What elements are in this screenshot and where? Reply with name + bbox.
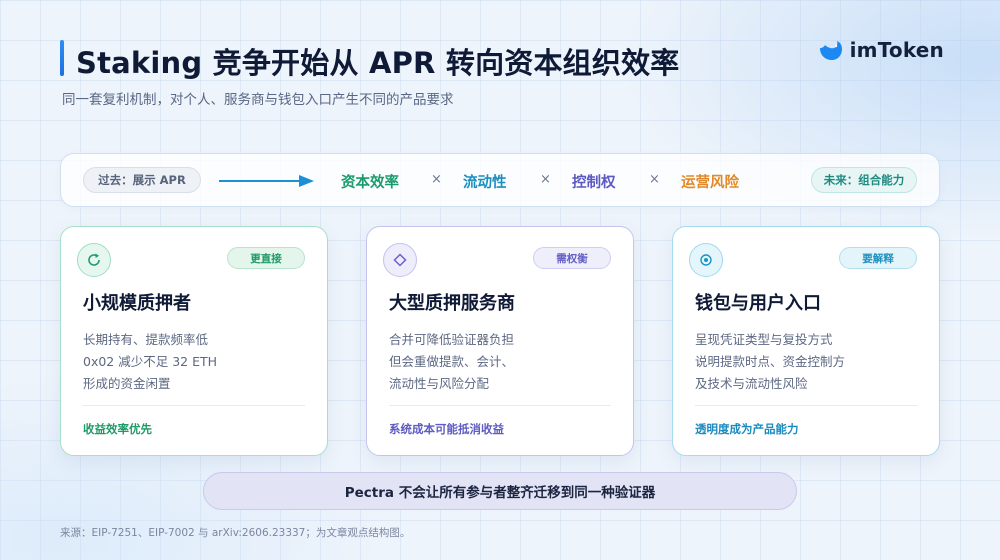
card-large-providers: 需权衡 大型质押服务商 合并可降低验证器负担 但会重做提款、会计、 流动性与风险… [366,226,634,456]
conclusion-banner: Pectra 不会让所有参与者整齐迁移到同一种验证器 [203,472,797,510]
card-wallet-entry: 要解释 钱包与用户入口 呈现凭证类型与复投方式 说明提款时点、资金控制方 及技术… [672,226,940,456]
page-title: Staking 竞争开始从 APR 转向资本组织效率 [76,46,680,80]
card-badge: 需权衡 [533,247,611,269]
card-description: 呈现凭证类型与复投方式 说明提款时点、资金控制方 及技术与流动性风险 [695,329,845,395]
page-subtitle: 同一套复利机制，对个人、服务商与钱包入口产生不同的产品要求 [62,92,454,108]
card-badge: 要解释 [839,247,917,269]
refresh-icon [77,243,111,277]
card-description: 合并可降低验证器负担 但会重做提款、会计、 流动性与风险分配 [389,329,514,395]
card-description: 长期持有、提款频率低 0x02 减少不足 32 ETH 形成的资金闲置 [83,329,217,395]
card-line: 0x02 减少不足 32 ETH [83,354,218,369]
card-line: 呈现凭证类型与复投方式 [695,332,833,347]
flow-arrow-icon [219,175,314,187]
keyword-operational-risk: 运营风险 [681,175,739,191]
card-divider [83,405,305,406]
card-line: 长期持有、提款频率低 [83,332,209,347]
card-title: 大型质押服务商 [389,293,515,314]
card-divider [389,405,611,406]
card-footer: 收益效率优先 [83,422,152,436]
card-line: 流动性与风险分配 [389,376,490,391]
card-line: 合并可降低验证器负担 [389,332,515,347]
title-accent-bar [60,40,64,76]
card-footer: 系统成本可能抵消收益 [389,422,504,436]
imtoken-logo-icon [819,41,842,60]
past-pill: 过去：展示 APR [83,167,201,193]
keyword-liquidity: 流动性 [463,175,507,191]
refresh-icon-glyph [88,253,100,266]
target-icon-glyph [700,254,712,266]
card-badge: 更直接 [227,247,305,269]
diamond-icon [383,243,417,277]
card-line: 及技术与流动性风险 [695,376,808,391]
flow-strip: 过去：展示 APR 资本效率 × 流动性 × 控制权 × 运营风险 未来：组合能… [60,153,940,207]
keyword-control: 控制权 [572,175,616,191]
keyword-capital-efficiency: 资本效率 [341,175,399,191]
card-line: 但会重做提款、会计、 [389,354,515,369]
card-small-stakers: 更直接 小规模质押者 长期持有、提款频率低 0x02 减少不足 32 ETH 形… [60,226,328,456]
card-title: 小规模质押者 [83,293,191,314]
imtoken-logo: imToken [818,38,944,62]
times-separator: × [431,172,442,187]
card-line: 形成的资金闲置 [83,376,171,391]
card-footer: 透明度成为产品能力 [695,422,799,436]
card-title: 钱包与用户入口 [695,293,821,314]
times-separator: × [540,172,551,187]
target-icon [689,243,723,277]
times-separator: × [649,172,660,187]
diamond-icon-glyph [393,253,407,267]
card-line: 说明提款时点、资金控制方 [695,354,846,369]
source-note: 来源：EIP-7251、EIP-7002 与 arXiv:2606.23337；… [60,527,411,539]
logo-text: imToken [849,38,944,62]
future-pill: 未来：组合能力 [811,167,917,193]
card-divider [695,405,917,406]
